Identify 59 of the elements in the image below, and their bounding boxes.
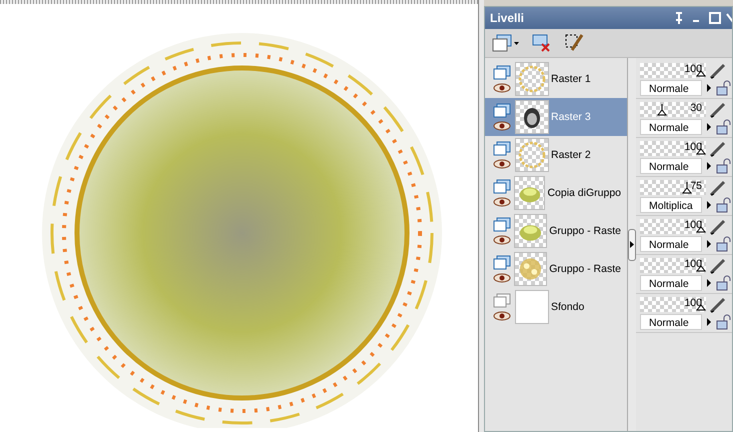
maximize-icon[interactable] [708, 11, 722, 25]
opacity-slider[interactable]: 75 [640, 180, 706, 195]
brush-icon[interactable] [708, 258, 728, 274]
brush-icon[interactable] [708, 140, 728, 156]
brush-icon[interactable] [708, 102, 728, 118]
photo-placeholder [515, 100, 549, 134]
blend-mode-dropdown[interactable]: Normale [640, 118, 702, 134]
eye-icon[interactable] [493, 197, 511, 207]
lock-icon[interactable] [716, 236, 732, 252]
ring-thumbnail [515, 62, 549, 96]
blend-mode-dropdown[interactable]: Normale [640, 236, 702, 252]
close-icon[interactable] [726, 11, 732, 25]
layer-name: Gruppo - Raste [549, 225, 621, 237]
raster-layer-icon [493, 65, 511, 80]
lock-icon[interactable] [716, 274, 732, 290]
glow-thumbnail [514, 214, 548, 248]
raster-layer-icon [493, 179, 511, 194]
slider-thumb[interactable] [656, 104, 667, 116]
eye-icon[interactable] [493, 311, 511, 321]
lock-icon[interactable] [716, 118, 732, 134]
expand-arrow-icon[interactable] [630, 241, 634, 248]
brush-icon[interactable] [708, 180, 728, 196]
background-layer-icon [493, 293, 511, 308]
raster-layer-icon [493, 103, 511, 118]
eye-icon[interactable] [493, 273, 511, 283]
ring-thumbnail [515, 138, 549, 172]
brush-icon[interactable] [708, 218, 728, 234]
layer-name: Copia diGruppo [547, 187, 621, 199]
panel-title: Livelli [490, 11, 524, 25]
slider-thumb[interactable] [682, 182, 692, 194]
layer-name: Raster 3 [551, 111, 591, 123]
layer-name: Raster 2 [551, 149, 591, 161]
raster-layer-icon [493, 255, 511, 270]
eye-icon[interactable] [493, 235, 511, 245]
eye-icon[interactable] [493, 83, 511, 93]
edit-selection-button[interactable] [563, 32, 585, 54]
lock-icon[interactable] [716, 158, 732, 174]
layer-name: Raster 1 [551, 73, 591, 85]
opacity-slider[interactable]: 30 [640, 102, 706, 117]
raster-layer-icon [493, 141, 511, 156]
glow-thumbnail [514, 176, 546, 210]
blend-mode-dropdown[interactable]: Normale [640, 274, 702, 290]
lock-icon[interactable] [716, 80, 732, 96]
blend-mode-dropdown[interactable]: Moltiplica [640, 196, 702, 212]
blend-mode-dropdown[interactable]: Normale [640, 80, 702, 96]
new-layer-button[interactable] [491, 33, 521, 53]
lock-icon[interactable] [716, 314, 732, 330]
brush-icon[interactable] [708, 296, 728, 312]
eye-icon[interactable] [493, 121, 511, 131]
blend-mode-dropdown[interactable]: Normale [640, 158, 702, 174]
layer-name: Gruppo - Raste [549, 263, 621, 275]
lock-icon[interactable] [716, 196, 732, 212]
brush-icon[interactable] [708, 62, 728, 78]
flowers-thumbnail [514, 252, 548, 286]
blank-thumbnail [515, 290, 549, 324]
eye-icon[interactable] [493, 159, 511, 169]
blend-mode-dropdown[interactable]: Normale [640, 314, 702, 330]
raster-layer-icon [493, 217, 511, 232]
layer-name: Sfondo [551, 301, 584, 313]
